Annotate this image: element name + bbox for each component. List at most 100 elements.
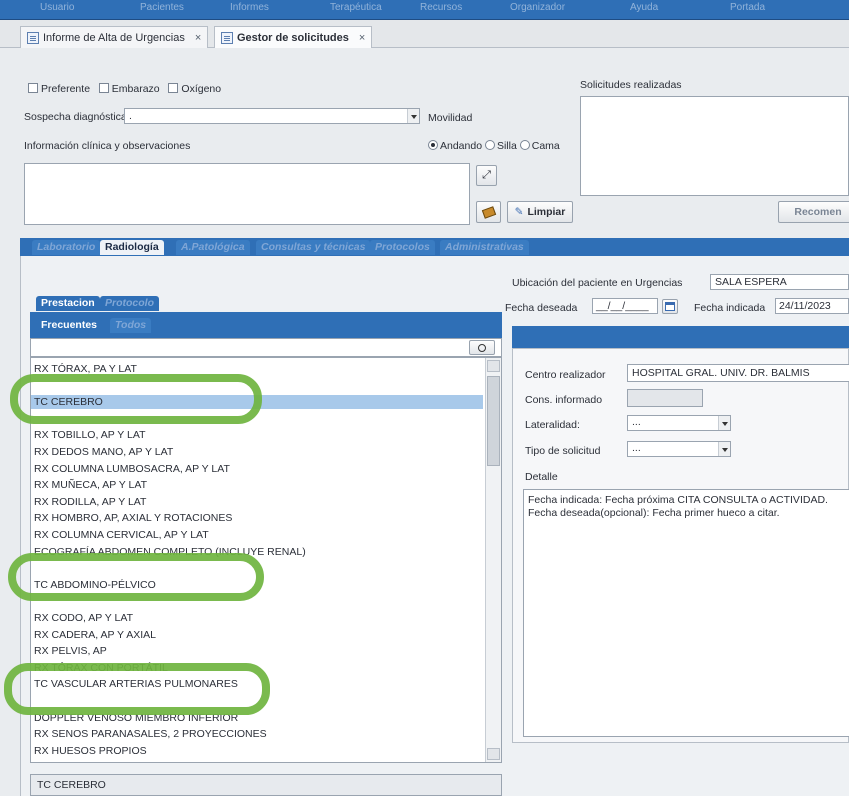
list-item[interactable]: RX COLUMNA CERVICAL, AP Y LAT [31,528,483,542]
menu-organizador[interactable]: Organizador [510,2,565,13]
detalle-textarea[interactable]: Fecha indicada: Fecha próxima CITA CONSU… [523,489,849,737]
tab-informe-alta[interactable]: Informe de Alta de Urgencias × [20,26,209,48]
chevron-down-icon [407,109,419,123]
calendar-icon [665,302,675,311]
search-input[interactable] [30,338,502,357]
list-item[interactable]: RX PELVIS, AP [31,644,483,658]
scroll-down-icon[interactable] [487,748,500,760]
detalle-line-1: Fecha indicada: Fecha próxima CITA CONSU… [528,494,828,506]
fecha-indicada-label: Fecha indicada [694,302,766,314]
list-item[interactable]: RX DEDOS MANO, AP Y LAT [31,445,483,459]
highlight-marker [8,553,264,601]
info-clinica-label: Información clínica y observaciones [24,140,191,152]
ubicacion-label: Ubicación del paciente en Urgencias [512,277,683,289]
menu-terapeutica[interactable]: Terapéutica [330,2,382,13]
brush-icon: ✎ [514,206,524,218]
list-tabs: Frecuentes Todos [30,312,502,338]
andando-label: Andando [440,140,483,152]
limpiar-label: Limpiar [527,206,566,218]
tab-consultas-tecnicas[interactable]: Consultas y técnicas [256,240,371,255]
menu-ayuda[interactable]: Ayuda [630,2,658,13]
tab-frecuentes[interactable]: Frecuentes [36,318,103,333]
selected-item-field[interactable]: TC CEREBRO [30,774,502,796]
list-scrollbar[interactable] [485,358,501,762]
fecha-indicada-input[interactable]: 24/11/2023 [775,298,849,314]
sospecha-label: Sospecha diagnóstica [24,111,127,123]
sospecha-value: . [129,110,132,122]
centro-field[interactable]: HOSPITAL GRAL. UNIV. DR. BALMIS [627,364,849,382]
tab-administrativas[interactable]: Administrativas [440,240,529,255]
fecha-deseada-input[interactable]: __/__/____ [592,298,658,314]
oxigeno-checkbox[interactable]: Oxígeno [168,83,221,95]
tab-protocolos[interactable]: Protocolos [370,240,435,255]
tab-laboratorio[interactable]: Laboratorio [32,240,101,255]
radio-andando[interactable]: Andando [428,140,482,152]
radio-cama[interactable]: Cama [519,140,560,152]
expand-icon: ⤢ [482,169,491,181]
embarazo-label: Embarazo [111,83,160,95]
tipo-dropdown[interactable]: ... [627,441,731,457]
calendar-button[interactable] [662,299,678,314]
preferente-label: Preferente [41,83,91,95]
tipo-label: Tipo de solicitud [525,445,601,457]
tab-anatomia-patologica[interactable]: A.Patológica [176,240,250,255]
movilidad-label: Movilidad [428,112,473,124]
tab-radiologia[interactable]: Radiología [100,240,164,255]
sospecha-dropdown[interactable]: . [124,108,420,124]
section-tabs: Laboratorio Radiología A.Patológica Cons… [20,238,849,256]
list-item[interactable]: RX HUESOS PROPIOS [31,744,483,758]
detalle-line-2: Fecha deseada(opcional): Fecha primer hu… [528,507,780,519]
expand-button[interactable]: ⤢ [476,165,497,186]
scroll-up-icon[interactable] [487,360,500,372]
info-clinica-textarea[interactable] [24,163,470,225]
close-icon[interactable]: × [195,32,201,44]
search-button[interactable] [469,340,495,355]
highlight-marker [10,374,262,424]
silla-label: Silla [496,140,517,152]
document-icon [27,31,39,44]
tab-informe-alta-label: Informe de Alta de Urgencias [43,31,185,44]
cons-label: Cons. informado [525,394,603,406]
menu-recursos[interactable]: Recursos [420,2,462,13]
embarazo-checkbox[interactable]: Embarazo [98,83,160,95]
menu-pacientes[interactable]: Pacientes [140,2,184,13]
list-item[interactable]: RX CODO, AP Y LAT [31,611,483,625]
list-item[interactable]: RX TOBILLO, AP Y LAT [31,428,483,442]
tab-prestacion[interactable]: Prestacion [36,296,100,311]
tab-protocolo[interactable]: Protocolo [100,296,159,311]
eraser-icon [481,205,496,219]
tab-gestor-label: Gestor de solicitudes [237,31,349,44]
cons-field[interactable] [627,389,703,407]
list-item[interactable]: RX RODILLA, AP Y LAT [31,495,483,509]
limpiar-button[interactable]: ✎ Limpiar [507,201,573,223]
fecha-indicada-value: 24/11/2023 [779,300,831,312]
menu-portada[interactable]: Portada [730,2,765,13]
list-item[interactable]: RX HOMBRO, AP, AXIAL Y ROTACIONES [31,511,483,525]
eraser-button[interactable] [476,201,501,223]
detail-header [512,326,849,348]
centro-value: HOSPITAL GRAL. UNIV. DR. BALMIS [632,367,810,379]
solicitudes-list[interactable] [580,96,849,196]
radio-silla[interactable]: Silla [484,140,517,152]
top-menu-bar: Usuario Pacientes Informes Terapéutica R… [0,0,849,20]
document-icon [221,31,233,44]
close-icon[interactable]: × [359,32,365,44]
oxigeno-label: Oxígeno [181,83,222,95]
lateralidad-dropdown[interactable]: ... [627,415,731,431]
menu-usuario[interactable]: Usuario [40,2,74,13]
list-item[interactable]: RX MUÑECA, AP Y LAT [31,478,483,492]
document-tabs: Informe de Alta de Urgencias × Gestor de… [0,20,849,48]
scroll-thumb[interactable] [487,376,500,466]
list-item[interactable]: RX COLUMNA LUMBOSACRA, AP Y LAT [31,462,483,476]
tab-gestor-solicitudes[interactable]: Gestor de solicitudes × [214,26,373,48]
list-item[interactable]: RX CADERA, AP Y AXIAL [31,628,483,642]
lateralidad-value: ... [632,416,641,428]
menu-informes[interactable]: Informes [230,2,269,13]
lateralidad-label: Lateralidad: [525,419,580,431]
recomendar-button[interactable]: Recomen [778,201,849,223]
preferente-checkbox[interactable]: Preferente [28,83,90,95]
recomendar-label: Recomen [794,206,842,218]
ubicacion-field[interactable]: SALA ESPERA [710,274,849,290]
tab-todos[interactable]: Todos [110,318,152,333]
list-item[interactable]: RX SENOS PARANASALES, 2 PROYECCIONES [31,727,483,741]
